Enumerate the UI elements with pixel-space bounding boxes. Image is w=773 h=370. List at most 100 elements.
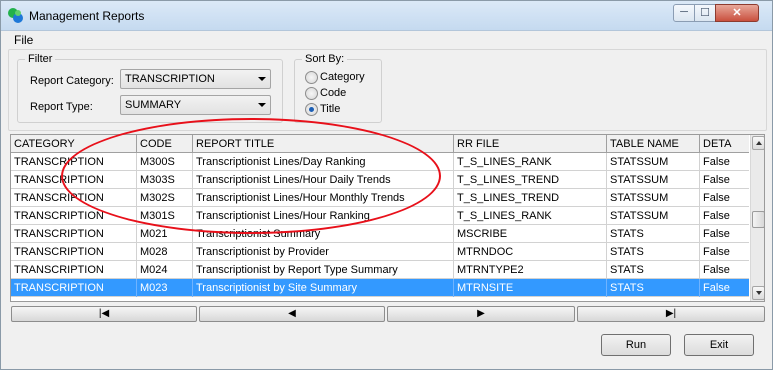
cell-report-title: Transcriptionist Summary bbox=[193, 225, 454, 243]
cell-category: TRANSCRIPTION bbox=[11, 225, 137, 243]
nav-prev-button[interactable]: ◀ bbox=[199, 306, 385, 322]
title-bar[interactable]: Management Reports ─ ☐ ✕ bbox=[1, 1, 772, 31]
previous-record-icon: ◀ bbox=[288, 308, 296, 319]
close-icon: ✕ bbox=[732, 7, 742, 19]
cell-table-name: STATSSUM bbox=[607, 171, 700, 189]
cell-category: TRANSCRIPTION bbox=[11, 207, 137, 225]
cell-rr-file: MTRNSITE bbox=[454, 279, 607, 297]
cell-code: M300S bbox=[137, 153, 193, 171]
column-header-report-title[interactable]: REPORT TITLE bbox=[193, 135, 454, 153]
cell-table-name: STATSSUM bbox=[607, 189, 700, 207]
grid-header: CATEGORY CODE REPORT TITLE RR FILE TABLE… bbox=[11, 135, 749, 153]
cell-category: TRANSCRIPTION bbox=[11, 171, 137, 189]
cell-code: M024 bbox=[137, 261, 193, 279]
column-header-category[interactable]: CATEGORY bbox=[11, 135, 137, 153]
reports-grid: CATEGORY CODE REPORT TITLE RR FILE TABLE… bbox=[10, 134, 765, 302]
cell-category: TRANSCRIPTION bbox=[11, 279, 137, 297]
sort-option-label: Code bbox=[320, 87, 347, 99]
cell-rr-file: T_S_LINES_RANK bbox=[454, 207, 607, 225]
management-reports-window: Management Reports ─ ☐ ✕ File Filter Rep… bbox=[0, 0, 773, 370]
radio-button[interactable] bbox=[305, 71, 318, 84]
nav-first-button[interactable]: |◀ bbox=[11, 306, 197, 322]
table-row[interactable]: TRANSCRIPTION M024 Transcriptionist by R… bbox=[11, 261, 749, 279]
app-icon bbox=[8, 8, 23, 23]
cell-code: M023 bbox=[137, 279, 193, 297]
cell-table-name: STATS bbox=[607, 225, 700, 243]
table-row[interactable]: TRANSCRIPTION M301S Transcriptionist Lin… bbox=[11, 207, 749, 225]
cell-category: TRANSCRIPTION bbox=[11, 243, 137, 261]
scroll-down-button[interactable] bbox=[752, 286, 764, 300]
table-row[interactable]: TRANSCRIPTION M300S Transcriptionist Lin… bbox=[11, 153, 749, 171]
exit-button[interactable]: Exit bbox=[684, 334, 754, 356]
table-row[interactable]: TRANSCRIPTION M303S Transcriptionist Lin… bbox=[11, 171, 749, 189]
cell-detail: False bbox=[703, 282, 730, 294]
window-title: Management Reports bbox=[29, 9, 145, 23]
sort-option-label: Title bbox=[320, 103, 341, 115]
cell-detail: False bbox=[703, 174, 730, 186]
cell-report-title: Transcriptionist Lines/Hour Daily Trends bbox=[193, 171, 454, 189]
report-type-dropdown[interactable]: SUMMARY bbox=[120, 95, 271, 115]
cell-rr-file: T_S_LINES_TREND bbox=[454, 189, 607, 207]
report-category-value: TRANSCRIPTION bbox=[125, 73, 215, 85]
cell-detail: False bbox=[703, 228, 730, 240]
table-row[interactable]: TRANSCRIPTION M302S Transcriptionist Lin… bbox=[11, 189, 749, 207]
menu-file[interactable]: File bbox=[14, 33, 33, 47]
cell-category: TRANSCRIPTION bbox=[11, 261, 137, 279]
column-header-table-name[interactable]: TABLE NAME bbox=[607, 135, 700, 153]
table-row-selected[interactable]: TRANSCRIPTION M023 Transcriptionist by S… bbox=[11, 279, 749, 297]
cell-detail: False bbox=[703, 156, 730, 168]
close-button[interactable]: ✕ bbox=[715, 4, 759, 22]
scroll-up-button[interactable] bbox=[752, 136, 764, 150]
column-header-detail[interactable]: DETA bbox=[700, 135, 749, 153]
cell-detail: False bbox=[703, 246, 730, 258]
next-record-icon: ▶ bbox=[477, 308, 485, 319]
cell-rr-file: MSCRIBE bbox=[454, 225, 607, 243]
cell-category: TRANSCRIPTION bbox=[11, 153, 137, 171]
nav-next-button[interactable]: ▶ bbox=[387, 306, 575, 322]
table-row[interactable]: TRANSCRIPTION M021 Transcriptionist Summ… bbox=[11, 225, 749, 243]
cell-detail: False bbox=[703, 264, 730, 276]
column-header-rr-file[interactable]: RR FILE bbox=[454, 135, 607, 153]
cell-report-title: Transcriptionist Lines/Hour Ranking bbox=[193, 207, 454, 225]
cell-table-name: STATS bbox=[607, 279, 700, 297]
chevron-down-icon bbox=[258, 103, 266, 107]
first-record-icon: |◀ bbox=[98, 308, 110, 319]
sort-legend: Sort By: bbox=[302, 53, 348, 65]
maximize-button[interactable]: ☐ bbox=[694, 4, 716, 22]
report-category-label: Report Category: bbox=[30, 75, 114, 87]
maximize-icon: ☐ bbox=[700, 7, 710, 19]
scroll-thumb[interactable] bbox=[752, 211, 764, 228]
sort-option-label: Category bbox=[320, 71, 365, 83]
cell-table-name: STATS bbox=[607, 261, 700, 279]
cell-table-name: STATSSUM bbox=[607, 153, 700, 171]
radio-button[interactable] bbox=[305, 87, 318, 100]
arrow-up-icon bbox=[756, 141, 762, 145]
cell-code: M302S bbox=[137, 189, 193, 207]
column-header-code[interactable]: CODE bbox=[137, 135, 193, 153]
minimize-button[interactable]: ─ bbox=[673, 4, 695, 22]
cell-report-title: Transcriptionist by Report Type Summary bbox=[193, 261, 454, 279]
cell-category: TRANSCRIPTION bbox=[11, 189, 137, 207]
cell-code: M301S bbox=[137, 207, 193, 225]
arrow-down-icon bbox=[756, 291, 762, 295]
vertical-scrollbar[interactable] bbox=[750, 135, 764, 301]
cell-report-title: Transcriptionist Lines/Hour Monthly Tren… bbox=[193, 189, 454, 207]
cell-code: M303S bbox=[137, 171, 193, 189]
filter-legend: Filter bbox=[25, 53, 56, 65]
cell-code: M028 bbox=[137, 243, 193, 261]
cell-report-title: Transcriptionist by Site Summary bbox=[193, 279, 454, 297]
cell-rr-file: MTRNDOC bbox=[454, 243, 607, 261]
last-record-icon: ▶| bbox=[665, 308, 677, 319]
cell-code: M021 bbox=[137, 225, 193, 243]
cell-detail: False bbox=[703, 192, 730, 204]
nav-last-button[interactable]: ▶| bbox=[577, 306, 765, 322]
cell-rr-file: T_S_LINES_RANK bbox=[454, 153, 607, 171]
report-category-dropdown[interactable]: TRANSCRIPTION bbox=[120, 69, 271, 89]
table-row[interactable]: TRANSCRIPTION M028 Transcriptionist by P… bbox=[11, 243, 749, 261]
report-type-value: SUMMARY bbox=[125, 99, 182, 111]
report-type-label: Report Type: bbox=[30, 101, 93, 113]
radio-button[interactable] bbox=[305, 103, 318, 116]
run-button[interactable]: Run bbox=[601, 334, 671, 356]
menu-bar: File bbox=[1, 32, 772, 48]
chevron-down-icon bbox=[258, 77, 266, 81]
